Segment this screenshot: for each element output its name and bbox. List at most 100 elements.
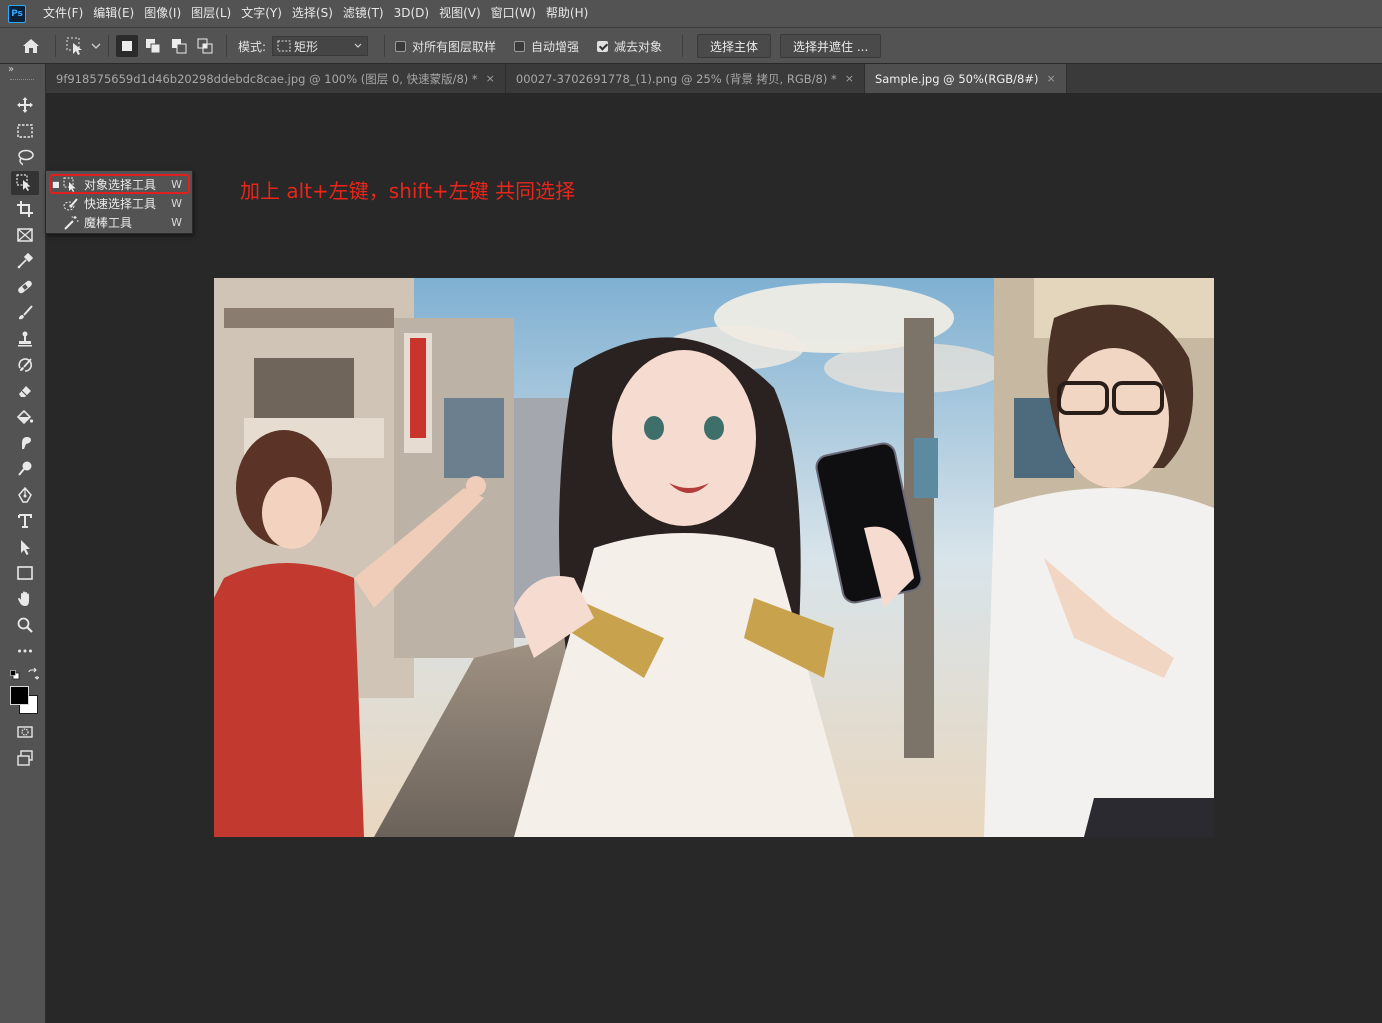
subtract-from-selection-icon — [172, 39, 187, 54]
subtract-from-selection-button[interactable] — [168, 35, 190, 57]
subtract-object-checkbox[interactable] — [597, 40, 608, 52]
menu-file[interactable]: 文件(F) — [38, 0, 88, 27]
collapse-toolbar-icon[interactable]: » — [8, 64, 14, 75]
mode-select[interactable]: 矩形 — [272, 36, 369, 56]
tool-healing-brush[interactable] — [11, 275, 39, 299]
photoshop-logo-icon: Ps — [8, 4, 26, 23]
flyout-item-magic-wand[interactable]: 魔棒工具 W — [46, 213, 192, 232]
object-selection-icon — [16, 174, 31, 191]
menu-layer[interactable]: 图层(L) — [186, 0, 236, 27]
tab-title: 00027-3702691778_(1).png @ 25% (背景 拷贝, R… — [515, 71, 837, 86]
tool-rectangle[interactable] — [11, 561, 39, 585]
menu-window[interactable]: 窗口(W) — [486, 0, 541, 27]
tool-paint-bucket[interactable] — [11, 405, 39, 429]
add-to-selection-button[interactable] — [142, 35, 164, 57]
document-tab[interactable]: 00027-3702691778_(1).png @ 25% (背景 拷贝, R… — [506, 64, 865, 93]
tool-smudge[interactable] — [11, 431, 39, 455]
object-selection-icon — [66, 37, 82, 55]
sample-all-layers-option[interactable]: 对所有图层取样 — [395, 28, 496, 64]
tool-dodge[interactable] — [11, 457, 39, 481]
tool-preset-picker[interactable] — [64, 28, 102, 64]
menu-help[interactable]: 帮助(H) — [541, 0, 593, 27]
crop-icon — [17, 201, 33, 217]
marquee-icon — [17, 124, 33, 138]
home-button[interactable] — [20, 28, 42, 64]
screen-mode-icon — [17, 750, 33, 766]
annotation-text: 加上 alt+左键，shift+左键 共同选择 — [240, 179, 576, 203]
tool-eyedropper[interactable] — [11, 249, 39, 273]
swap-colors-icon — [28, 667, 40, 680]
tool-marquee[interactable] — [11, 119, 39, 143]
lasso-icon — [18, 149, 34, 166]
flyout-item-label: 快速选择工具 — [84, 197, 157, 211]
close-icon[interactable]: × — [845, 72, 854, 85]
mode-control: 模式: 矩形 — [238, 28, 369, 64]
auto-enhance-checkbox[interactable] — [514, 40, 525, 52]
history-brush-icon — [18, 358, 32, 372]
flyout-item-label: 魔棒工具 — [84, 216, 133, 230]
sample-all-layers-checkbox[interactable] — [395, 40, 406, 52]
menu-view[interactable]: 视图(V) — [434, 0, 486, 27]
tool-quick-mask[interactable] — [11, 720, 39, 744]
default-colors-icon — [10, 670, 20, 680]
tool-brush[interactable] — [11, 301, 39, 325]
foreground-color-swatch[interactable] — [10, 686, 29, 705]
select-and-mask-button[interactable]: 选择并遮住 ... — [780, 34, 882, 58]
menu-filter[interactable]: 滤镜(T) — [338, 0, 389, 27]
healing-brush-icon — [18, 280, 32, 294]
default-colors-button[interactable] — [10, 669, 20, 680]
brush-icon — [19, 305, 33, 320]
zoom-icon — [17, 617, 33, 633]
toolbar-grip[interactable] — [10, 79, 34, 81]
tool-pen[interactable] — [11, 483, 39, 507]
chevron-down-icon — [91, 43, 101, 49]
intersect-selection-button[interactable] — [194, 35, 216, 57]
menu-select[interactable]: 选择(S) — [287, 0, 338, 27]
menu-3d[interactable]: 3D(D) — [389, 0, 434, 27]
dodge-icon — [18, 461, 32, 476]
frame-icon — [17, 228, 33, 242]
tool-screen-mode[interactable] — [11, 746, 39, 770]
subtract-object-option[interactable]: 减去对象 — [597, 28, 662, 64]
select-subject-button[interactable]: 选择主体 — [697, 34, 772, 58]
quick-mask-icon — [17, 726, 33, 738]
auto-enhance-option[interactable]: 自动增强 — [514, 28, 579, 64]
new-selection-icon — [122, 41, 132, 51]
tool-history-brush[interactable] — [11, 353, 39, 377]
new-selection-button[interactable] — [116, 35, 138, 57]
quick-selection-icon — [63, 197, 78, 210]
tool-frame[interactable] — [11, 223, 39, 247]
tool-eraser[interactable] — [11, 379, 39, 403]
document-tab-active[interactable]: Sample.jpg @ 50%(RGB/8#) × — [864, 64, 1067, 93]
menu-edit[interactable]: 编辑(E) — [88, 0, 139, 27]
tool-type[interactable] — [11, 509, 39, 533]
path-selection-icon — [21, 540, 30, 555]
tool-lasso[interactable] — [11, 145, 39, 169]
document-canvas-image[interactable] — [214, 278, 1214, 837]
close-icon[interactable]: × — [486, 72, 495, 85]
tool-crop[interactable] — [11, 197, 39, 221]
tool-clone-stamp[interactable] — [11, 327, 39, 351]
menu-bar: Ps 文件(F) 编辑(E) 图像(I) 图层(L) 文字(Y) 选择(S) 滤… — [0, 0, 1382, 27]
menu-type[interactable]: 文字(Y) — [236, 0, 287, 27]
magic-wand-icon — [64, 215, 79, 230]
intersect-selection-icon — [197, 38, 213, 54]
tool-path-selection[interactable] — [11, 535, 39, 559]
more-tools-icon — [18, 649, 32, 653]
smudge-icon — [22, 437, 31, 449]
document-tab[interactable]: 9f918575659d1d46b20298ddebdc8cae.jpg @ 1… — [46, 64, 506, 93]
tool-hand[interactable] — [11, 587, 39, 611]
tab-title: 9f918575659d1d46b20298ddebdc8cae.jpg @ 1… — [56, 71, 478, 86]
tool-zoom[interactable] — [11, 613, 39, 637]
swap-colors-button[interactable] — [27, 667, 40, 680]
tool-move[interactable] — [11, 93, 39, 117]
paint-bucket-icon — [16, 409, 34, 425]
close-icon[interactable]: × — [1046, 72, 1055, 85]
rectangle-icon — [17, 566, 33, 580]
tool-more[interactable] — [11, 639, 39, 663]
tool-object-selection[interactable] — [11, 171, 39, 195]
tools-panel: » — [0, 64, 46, 1023]
menu-image[interactable]: 图像(I) — [139, 0, 186, 27]
flyout-item-shortcut: W — [171, 216, 182, 229]
flyout-item-quick-selection[interactable]: 快速选择工具 W — [46, 194, 192, 213]
